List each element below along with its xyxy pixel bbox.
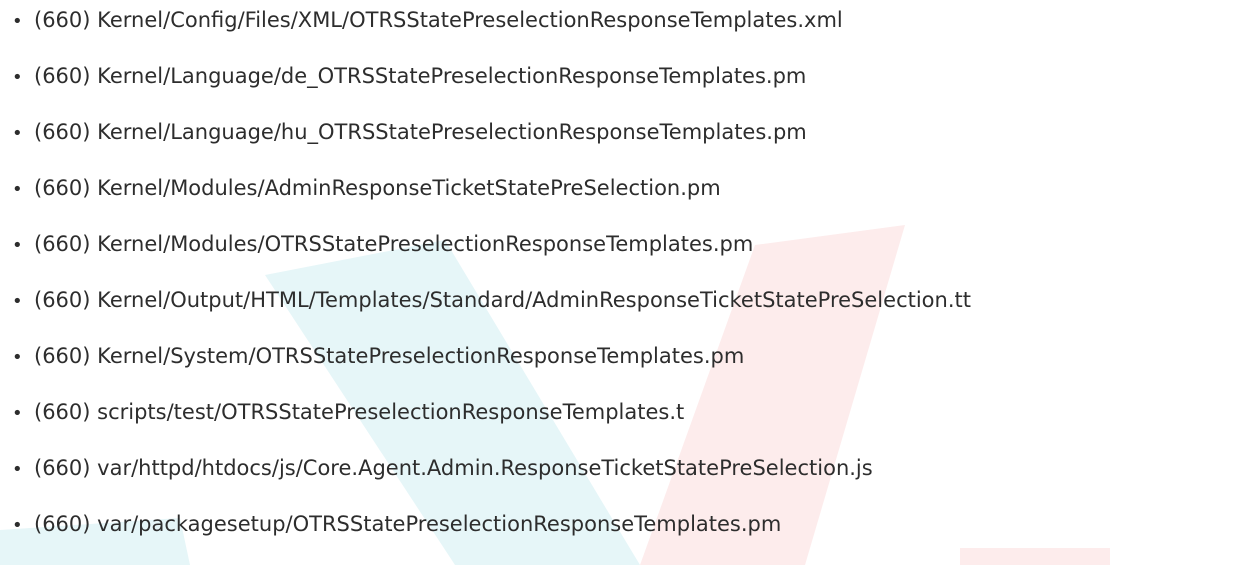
bullet: • [12, 235, 23, 256]
bullet: • [12, 347, 23, 368]
bullet: • [12, 291, 23, 312]
bullet: • [12, 11, 23, 32]
list-item: • (660) Kernel/Modules/OTRSStatePreselect… [12, 229, 753, 259]
list-item: • (660) var/httpd/htdocs/js/Core.Agent.Ad… [12, 453, 873, 483]
bullet: • [12, 459, 23, 480]
list-item: • (660) Kernel/Language/hu_OTRSStatePrese… [12, 117, 807, 147]
file-path: (660) Kernel/Output/HTML/Templates/Stand… [34, 288, 971, 312]
bullet: • [12, 515, 23, 536]
file-path: (660) Kernel/System/OTRSStatePreselectio… [34, 344, 745, 368]
list-item: • (660) Kernel/System/OTRSStatePreselecti… [12, 341, 744, 371]
bullet: • [12, 403, 23, 424]
list-item: • (660) Kernel/Modules/AdminResponseTicke… [12, 173, 721, 203]
file-path: (660) var/packagesetup/OTRSStatePreselec… [34, 512, 782, 536]
file-path: (660) scripts/test/OTRSStatePreselection… [34, 400, 685, 424]
logo-bottom-right-accent [960, 548, 1110, 565]
list-item: • (660) Kernel/Output/HTML/Templates/Stan… [12, 285, 971, 315]
file-path: (660) var/httpd/htdocs/js/Core.Agent.Adm… [34, 456, 873, 480]
list-item: • (660) Kernel/Language/de_OTRSStatePrese… [12, 61, 806, 91]
file-path: (660) Kernel/Language/de_OTRSStatePresel… [34, 64, 807, 88]
file-path: (660) Kernel/Config/Files/XML/OTRSStateP… [34, 8, 843, 32]
list-item: • (660) Kernel/Config/Files/XML/OTRSState… [12, 5, 843, 35]
file-path: (660) Kernel/Language/hu_OTRSStatePresel… [34, 120, 807, 144]
file-path: (660) Kernel/Modules/OTRSStatePreselecti… [34, 232, 754, 256]
file-path: (660) Kernel/Modules/AdminResponseTicket… [34, 176, 721, 200]
list-item: • (660) scripts/test/OTRSStatePreselectio… [12, 397, 684, 427]
list-item: • (660) var/packagesetup/OTRSStatePresele… [12, 509, 781, 539]
bullet: • [12, 179, 23, 200]
bullet: • [12, 67, 23, 88]
bullet: • [12, 123, 23, 144]
